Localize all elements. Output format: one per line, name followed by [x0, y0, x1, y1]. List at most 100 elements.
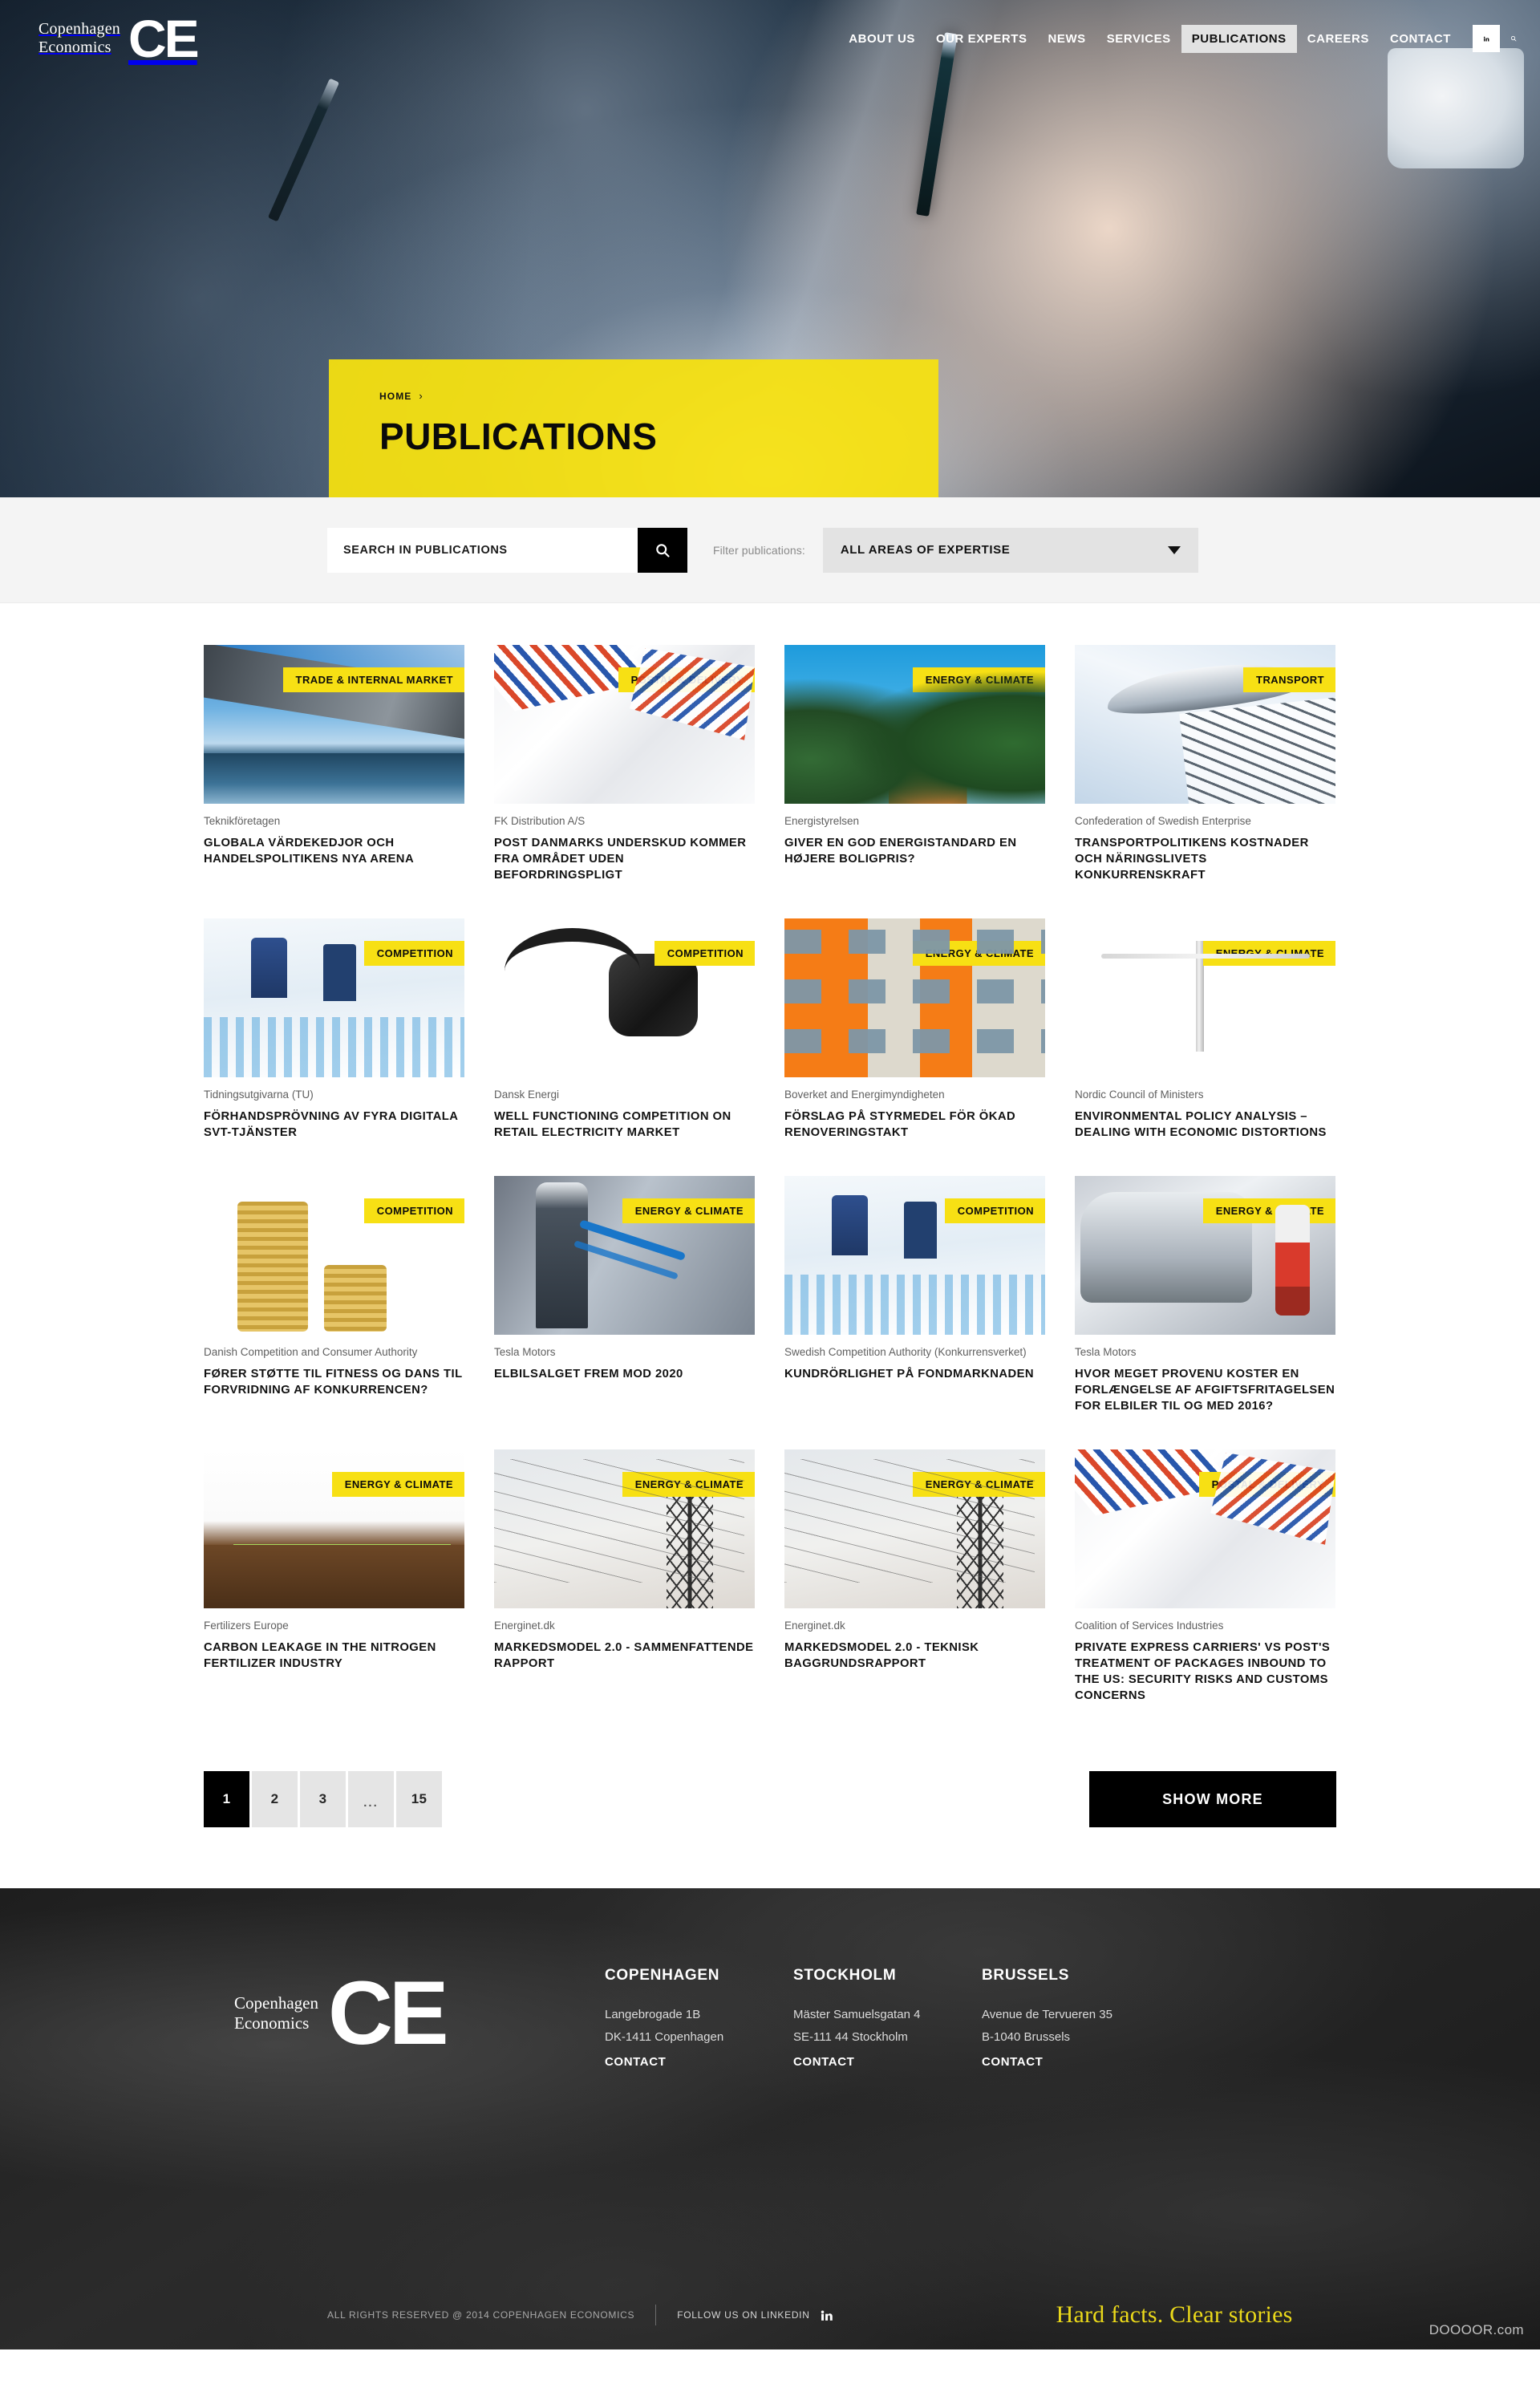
top-navigation-bar: Copenhagen Economics CE ABOUT US OUR EXP… — [0, 0, 1540, 77]
nav-item-careers[interactable]: CAREERS — [1297, 25, 1380, 53]
publication-card[interactable]: ENERGY & CLIMATE Tesla Motors HVOR MEGET P… — [1075, 1176, 1335, 1414]
publication-card[interactable]: COMPETITION Swedish Competition Authority… — [784, 1176, 1045, 1414]
publication-tag: POSTAL & DELIVERY — [1198, 1472, 1335, 1497]
publication-source: Energinet.dk — [784, 1620, 845, 1632]
publication-tag: ENERGY & CLIMATE — [1202, 1198, 1335, 1223]
publication-tag: ENERGY & CLIMATE — [912, 1472, 1045, 1497]
publication-card[interactable]: COMPETITION Danish Competition and Consum… — [204, 1176, 464, 1414]
pagination-page-1[interactable]: 1 — [204, 1771, 249, 1827]
publication-title: TRANSPORTPOLITIKENS KOSTNADER OCH NÄRING… — [1075, 837, 1309, 882]
publication-thumbnail: COMPETITION — [204, 1176, 464, 1335]
pagination-page-2[interactable]: 2 — [252, 1771, 298, 1827]
publication-title: FØRER STØTTE TIL FITNESS OG DANS TIL FOR… — [204, 1368, 463, 1397]
publication-source: Energistyrelsen — [784, 815, 860, 827]
publication-card[interactable]: ENERGY & CLIMATE Tesla Motors ELBILSALGET … — [494, 1176, 755, 1414]
publication-tag: ENERGY & CLIMATE — [622, 1472, 755, 1497]
copyright-text: ALL RIGHTS RESERVED @ 2014 COPENHAGEN EC… — [327, 2309, 635, 2321]
footer-divider — [655, 2305, 657, 2325]
publication-tag: ENERGY & CLIMATE — [331, 1472, 464, 1497]
publication-tag: TRANSPORT — [1243, 667, 1335, 692]
office-contact-link[interactable]: CONTACT — [605, 2055, 666, 2069]
publication-thumbnail: ENERGY & CLIMATE — [494, 1176, 755, 1335]
publications-section: TRADE & INTERNAL MARKET Teknikföretagen GL… — [0, 603, 1540, 1888]
publication-thumbnail: ENERGY & CLIMATE — [784, 918, 1045, 1077]
search-icon[interactable] — [1500, 25, 1527, 52]
publication-source: Boverket and Energimyndigheten — [784, 1089, 945, 1101]
publication-thumbnail: POSTAL & DELIVERY — [1075, 1449, 1335, 1608]
office-city-name: STOCKHOLM — [793, 1967, 897, 1984]
publication-card[interactable]: COMPETITION Tidningsutgivarna (TU) FÖRHAND… — [204, 918, 464, 1141]
office-address-line2: DK-1411 Copenhagen — [605, 2030, 724, 2044]
area-of-expertise-select[interactable]: ALL AREAS OF EXPERTISE — [822, 527, 1198, 573]
nav-item-our-experts[interactable]: OUR EXPERTS — [926, 25, 1038, 53]
publication-card[interactable]: ENERGY & CLIMATE Nordic Council of Minist… — [1075, 918, 1335, 1141]
search-submit-button[interactable] — [638, 527, 687, 573]
publication-tag: ENERGY & CLIMATE — [1202, 941, 1335, 966]
office-contact-link[interactable]: CONTACT — [982, 2055, 1043, 2069]
publication-source: Teknikföretagen — [204, 815, 281, 827]
publication-thumbnail: COMPETITION — [204, 918, 464, 1077]
hero-banner: Copenhagen Economics CE ABOUT US OUR EXP… — [0, 0, 1540, 497]
pagination-page-15[interactable]: 15 — [396, 1771, 442, 1827]
publication-thumbnail: TRANSPORT — [1075, 645, 1335, 804]
follow-linkedin-label: FOLLOW US ON LINKEDIN — [677, 2309, 810, 2321]
publication-card[interactable]: POSTAL & DELIVERY FK Distribution A/S POST… — [494, 645, 755, 883]
office-contact-link[interactable]: CONTACT — [793, 2055, 854, 2069]
site-logo[interactable]: Copenhagen Economics CE — [38, 9, 200, 68]
publication-title: KUNDRÖRLIGHET PÅ FONDMARKNADEN — [784, 1368, 1035, 1380]
publication-card[interactable]: TRANSPORT Confederation of Swedish Enterp… — [1075, 645, 1335, 883]
office-address-line1: Avenue de Tervueren 35 — [982, 2008, 1112, 2021]
search-input[interactable] — [327, 527, 638, 573]
publication-card[interactable]: TRADE & INTERNAL MARKET Teknikföretagen GL… — [204, 645, 464, 883]
publication-title: PRIVATE EXPRESS CARRIERS' VS POST'S TREA… — [1075, 1641, 1331, 1702]
publication-thumbnail: POSTAL & DELIVERY — [494, 645, 755, 804]
publication-card[interactable]: COMPETITION Dansk Energi WELL FUNCTIONING … — [494, 918, 755, 1141]
pagination-ellipsis: ... — [348, 1771, 394, 1827]
office-brussels: BRUSSELS Avenue de Tervueren 35 B-1040 B… — [982, 1957, 1170, 2070]
breadcrumb-home-link[interactable]: HOME — [379, 391, 411, 402]
nav-item-news[interactable]: NEWS — [1038, 25, 1096, 53]
publications-filter-bar: Filter publications: ALL AREAS OF EXPERT… — [0, 497, 1540, 603]
nav-item-publications[interactable]: PUBLICATIONS — [1181, 24, 1297, 53]
publication-source: Tidningsutgivarna (TU) — [204, 1089, 314, 1101]
pagination-page-3[interactable]: 3 — [300, 1771, 346, 1827]
publication-card[interactable]: ENERGY & CLIMATE Boverket and Energimyndi… — [784, 918, 1045, 1141]
office-stockholm: STOCKHOLM Mäster Samuelsgatan 4 SE-111 4… — [793, 1957, 982, 2070]
show-more-button[interactable]: SHOW MORE — [1089, 1771, 1336, 1827]
nav-item-services[interactable]: SERVICES — [1096, 25, 1181, 53]
publication-title: CARBON LEAKAGE IN THE NITROGEN FERTILIZE… — [204, 1641, 436, 1670]
publication-source: Swedish Competition Authority (Konkurren… — [784, 1346, 1027, 1358]
office-address-line2: B-1040 Brussels — [982, 2030, 1071, 2044]
publication-card[interactable]: ENERGY & CLIMATE Energistyrelsen GIVER EN … — [784, 645, 1045, 883]
pagination: 1 2 3... 15 — [204, 1771, 442, 1827]
office-address-line1: Mäster Samuelsgatan 4 — [793, 2008, 921, 2021]
page-title: PUBLICATIONS — [379, 416, 658, 457]
follow-linkedin-link[interactable]: FOLLOW US ON LINKEDIN — [677, 2309, 833, 2322]
publication-card[interactable]: ENERGY & CLIMATE Energinet.dk MARKEDSMODEL… — [494, 1449, 755, 1704]
publication-tag: COMPETITION — [363, 941, 464, 966]
footer-content: Copenhagen Economics CE COPENHAGEN Lange… — [204, 1888, 1336, 2070]
publication-title: ELBILSALGET FREM MOD 2020 — [494, 1368, 683, 1380]
logo-word-line2: Economics — [38, 39, 111, 56]
publication-thumbnail: COMPETITION — [494, 918, 755, 1077]
pagination-bar: 1 2 3... 15 SHOW MORE — [204, 1771, 1336, 1888]
publication-tag: POSTAL & DELIVERY — [618, 667, 755, 692]
publication-source: Dansk Energi — [494, 1089, 560, 1101]
publication-card[interactable]: ENERGY & CLIMATE Fertilizers Europe CARBON… — [204, 1449, 464, 1704]
page-title-block: HOME › PUBLICATIONS — [329, 359, 938, 497]
publication-thumbnail: ENERGY & CLIMATE — [784, 645, 1045, 804]
publication-thumbnail: ENERGY & CLIMATE — [1075, 918, 1335, 1077]
publication-title: GIVER EN GOD ENERGISTANDARD EN HØJERE BO… — [784, 837, 1017, 866]
logo-monogram: CE — [128, 9, 200, 68]
nav-item-contact[interactable]: CONTACT — [1380, 25, 1461, 53]
linkedin-icon[interactable] — [1473, 25, 1500, 52]
breadcrumb: HOME › — [379, 390, 938, 402]
footer-logo-monogram: CE — [327, 1963, 449, 2063]
publication-card[interactable]: POSTAL & DELIVERY Coalition of Services I… — [1075, 1449, 1335, 1704]
chevron-down-icon — [1167, 545, 1181, 554]
office-city-name: BRUSSELS — [982, 1967, 1070, 1984]
nav-item-about-us[interactable]: ABOUT US — [838, 25, 926, 53]
publication-card[interactable]: ENERGY & CLIMATE Energinet.dk MARKEDSMODEL… — [784, 1449, 1045, 1704]
publication-thumbnail: ENERGY & CLIMATE — [204, 1449, 464, 1608]
publication-tag: COMPETITION — [363, 1198, 464, 1223]
